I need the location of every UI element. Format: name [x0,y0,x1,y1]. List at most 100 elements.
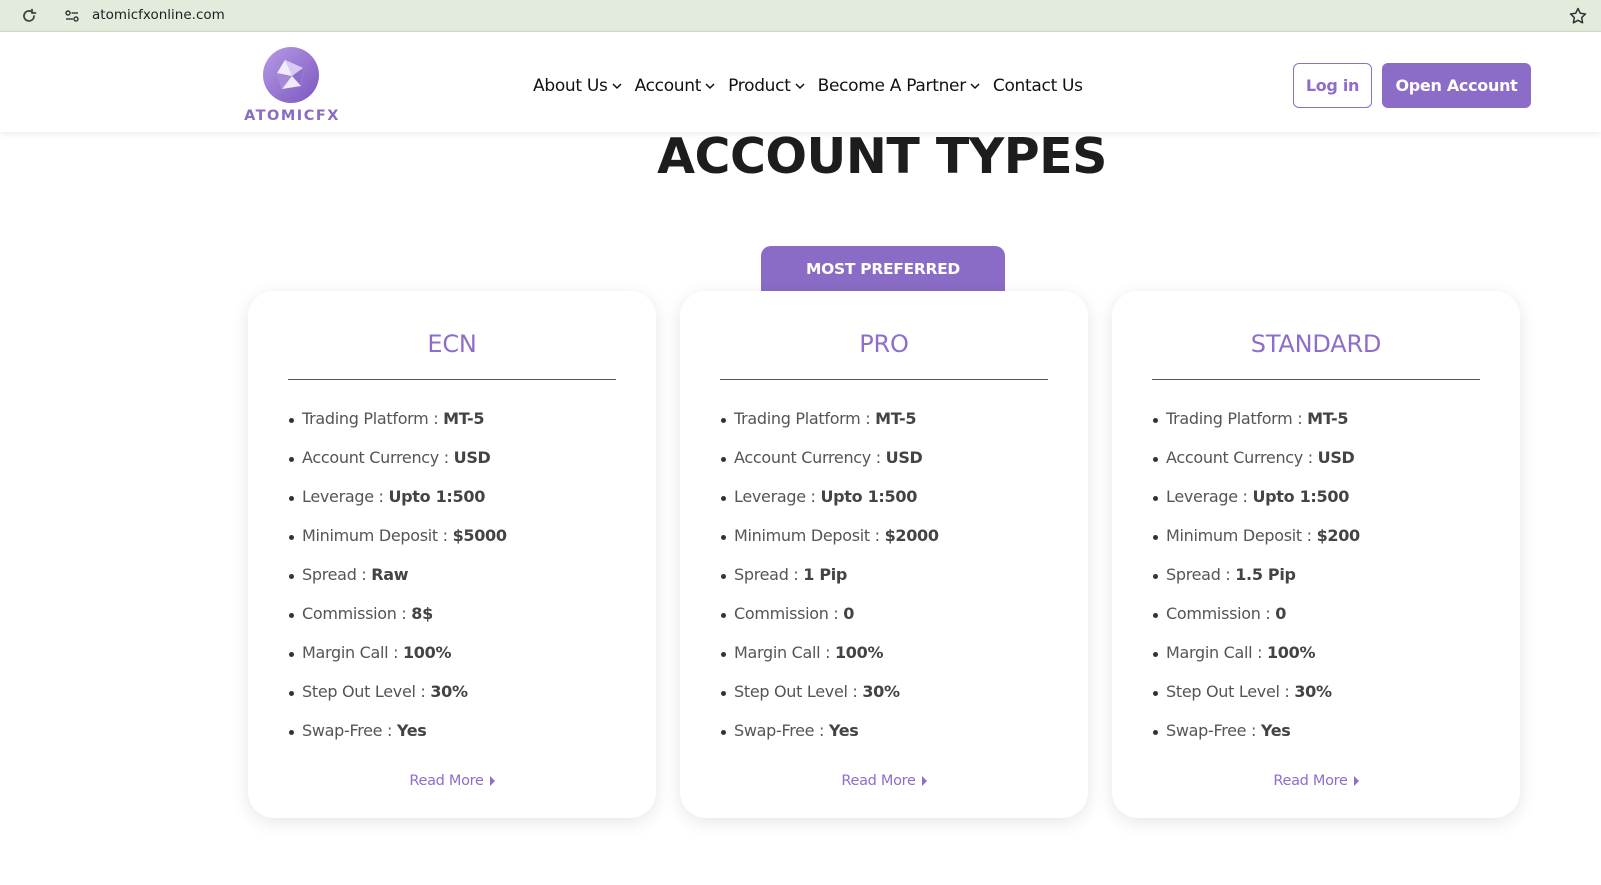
feature-label: Minimum Deposit : [302,526,453,545]
feature-label: Swap-Free : [302,721,397,740]
feature-value: Yes [828,721,859,740]
feature-value: Upto 1:500 [388,487,486,506]
nav-label: Product [728,76,791,96]
feature-value: 8$ [411,604,433,623]
card-divider [288,379,616,380]
account-card-standard: STANDARD Trading Platform : MT-5 Account… [1112,291,1520,818]
feature-item: Swap-Free : Yes [288,721,628,760]
feature-value: MT-5 [875,409,917,428]
chevron-down-icon [705,83,715,90]
feature-label: Spread : [1166,565,1236,584]
feature-value: Yes [396,721,427,740]
feature-item: Commission : 8$ [288,604,628,643]
nav-label: Account [634,76,702,96]
feature-value: 100% [402,643,452,662]
nav-label: Contact Us [992,76,1083,96]
feature-label: Commission : [734,604,844,623]
feature-label: Account Currency : [734,448,886,467]
feature-value: 30% [862,682,900,701]
feature-item: Account Currency : USD [720,448,1060,487]
feature-label: Margin Call : [1166,643,1267,662]
main-nav: About Us Account Product Become A Partne… [533,74,1095,98]
chevron-down-icon [795,83,805,90]
feature-item: Trading Platform : MT-5 [720,409,1060,448]
feature-item: Spread : 1.5 Pip [1152,565,1492,604]
chevron-down-icon [970,83,980,90]
nav-about-us[interactable]: About Us [533,76,623,96]
bookmark-star-icon[interactable] [1568,6,1588,26]
feature-item: Leverage : Upto 1:500 [1152,487,1492,526]
chevron-down-icon [612,83,622,90]
read-more-label: Read More [841,773,916,789]
url-text: atomicfxonline.com [92,7,225,23]
feature-value: 100% [834,643,884,662]
caret-right-icon [489,776,495,786]
nav-contact-us[interactable]: Contact Us [993,76,1083,96]
nav-account[interactable]: Account [635,76,717,96]
site-info-icon[interactable] [64,8,80,24]
feature-label: Swap-Free : [734,721,829,740]
feature-item: Spread : Raw [288,565,628,604]
card-title: PRO [859,330,909,358]
read-more-link[interactable]: Read More [248,773,656,789]
card-title: STANDARD [1250,330,1382,358]
feature-label: Account Currency : [302,448,454,467]
feature-label: Step Out Level : [302,682,431,701]
feature-value: 1.5 Pip [1235,565,1296,584]
nav-label: About Us [533,76,608,96]
feature-value: $5000 [452,526,507,545]
feature-label: Step Out Level : [1166,682,1295,701]
feature-value: 1 Pip [803,565,848,584]
url-field[interactable]: atomicfxonline.com [56,3,1584,29]
feature-item: Commission : 0 [720,604,1060,643]
read-more-link[interactable]: Read More [680,773,1088,789]
card-title: ECN [427,330,477,358]
feature-label: Margin Call : [302,643,403,662]
caret-right-icon [921,776,927,786]
feature-value: USD [885,448,923,467]
feature-item: Commission : 0 [1152,604,1492,643]
feature-item: Margin Call : 100% [720,643,1060,682]
feature-value: Upto 1:500 [1252,487,1350,506]
feature-list: Trading Platform : MT-5 Account Currency… [720,409,1060,760]
caret-right-icon [1353,776,1359,786]
feature-item: Spread : 1 Pip [720,565,1060,604]
feature-item: Minimum Deposit : $200 [1152,526,1492,565]
feature-item: Swap-Free : Yes [720,721,1060,760]
feature-label: Spread : [302,565,372,584]
feature-value: 100% [1266,643,1316,662]
feature-label: Leverage : [302,487,389,506]
feature-list: Trading Platform : MT-5 Account Currency… [288,409,628,760]
feature-label: Commission : [1166,604,1276,623]
nav-become-a-partner[interactable]: Become A Partner [818,76,981,96]
login-button[interactable]: Log in [1293,63,1372,108]
feature-value: 30% [1294,682,1332,701]
feature-value: USD [1317,448,1355,467]
feature-item: Minimum Deposit : $2000 [720,526,1060,565]
nav-product[interactable]: Product [728,76,805,96]
nav-label: Become A Partner [817,76,967,96]
feature-value: 30% [430,682,468,701]
feature-label: Margin Call : [734,643,835,662]
atomicfx-logo[interactable]: ATOMICFX [238,46,346,128]
logo-mark-icon [263,47,319,103]
feature-item: Swap-Free : Yes [1152,721,1492,760]
feature-item: Step Out Level : 30% [288,682,628,721]
feature-item: Account Currency : USD [288,448,628,487]
read-more-link[interactable]: Read More [1112,773,1520,789]
feature-label: Trading Platform : [734,409,876,428]
feature-label: Spread : [734,565,804,584]
feature-value: MT-5 [443,409,485,428]
open-account-button[interactable]: Open Account [1382,63,1531,108]
feature-value: $2000 [884,526,939,545]
reload-icon[interactable] [20,7,38,25]
feature-item: Minimum Deposit : $5000 [288,526,628,565]
browser-address-bar: atomicfxonline.com [0,0,1601,32]
feature-item: Margin Call : 100% [288,643,628,682]
site-header: ATOMICFX About Us Account Product Become… [0,32,1601,132]
feature-value: 0 [1275,604,1287,623]
feature-item: Trading Platform : MT-5 [1152,409,1492,448]
logo-text: ATOMICFX [244,108,340,124]
feature-value: $200 [1316,526,1361,545]
feature-label: Minimum Deposit : [1166,526,1317,545]
